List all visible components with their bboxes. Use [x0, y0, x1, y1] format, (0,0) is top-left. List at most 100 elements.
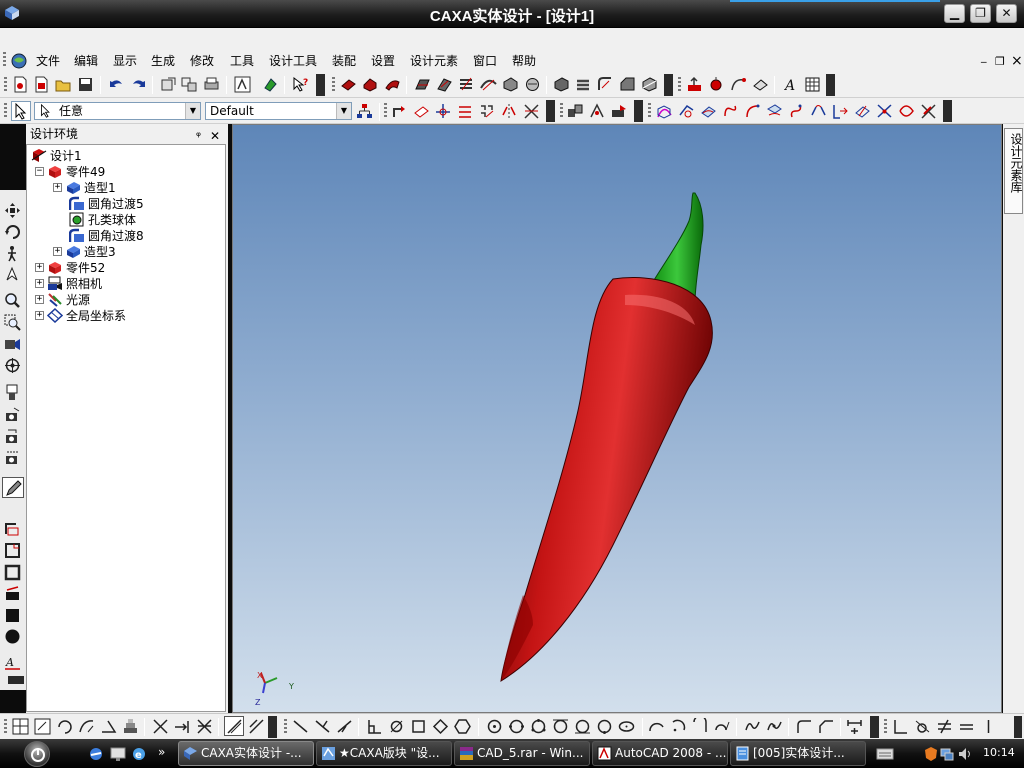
toolbar-grip[interactable] — [384, 103, 387, 119]
stack-parts-icon[interactable] — [575, 76, 592, 93]
sketch-plane-icon[interactable] — [413, 103, 430, 120]
library-tab[interactable]: 设计元素库 — [1004, 128, 1023, 214]
toolbar-end-handle[interactable] — [664, 74, 673, 96]
curve-blend-icon[interactable] — [898, 103, 915, 120]
trim-cross-icon[interactable] — [196, 718, 213, 735]
toolbar-grip[interactable] — [4, 103, 7, 119]
curve-bridge-icon[interactable] — [810, 103, 827, 120]
polyline-icon[interactable] — [314, 718, 331, 735]
task-caxa-forum[interactable]: ★CAXA版块 "设... — [316, 741, 452, 766]
panel-close-button[interactable]: ✕ — [210, 126, 220, 146]
toolbar-grip[interactable] — [4, 77, 7, 93]
diamond-icon[interactable] — [432, 718, 449, 735]
quicklaunch-ie-icon[interactable]: e — [131, 746, 147, 762]
undo-icon[interactable] — [108, 76, 125, 93]
spline-edit-icon[interactable] — [766, 718, 783, 735]
tree-node-shape1[interactable]: + 造型1 — [53, 179, 116, 195]
toolbar-grip[interactable] — [4, 719, 7, 735]
constraint-tangent-icon[interactable] — [914, 718, 931, 735]
security-tray-icon[interactable] — [924, 746, 938, 762]
arc-join-icon[interactable] — [714, 718, 731, 735]
expand-toggle[interactable]: + — [35, 294, 44, 304]
save-icon[interactable] — [77, 76, 94, 93]
sketch-offset-icon[interactable] — [457, 103, 474, 120]
expand-toggle[interactable]: + — [35, 278, 44, 288]
curve-project-icon[interactable] — [700, 103, 717, 120]
dimension-2d-icon[interactable] — [846, 718, 863, 735]
mdi-close-button[interactable]: × — [1011, 53, 1023, 69]
toolbar-end-handle[interactable] — [546, 100, 555, 122]
solid-block-icon[interactable] — [4, 607, 21, 624]
face-draft-icon[interactable] — [524, 76, 541, 93]
ellipse-icon[interactable] — [618, 718, 635, 735]
new-file-icon[interactable] — [12, 76, 29, 93]
zoom-icon[interactable] — [4, 292, 21, 309]
text-tool-icon[interactable]: A — [782, 76, 799, 93]
shell-icon[interactable] — [502, 76, 519, 93]
circle-2pt-icon[interactable] — [508, 718, 525, 735]
assembly-icon[interactable] — [567, 103, 584, 120]
menu-design-tools[interactable]: 设计工具 — [267, 52, 319, 70]
chevron-down-icon[interactable]: ▼ — [185, 103, 200, 119]
fillet-2d-icon[interactable] — [796, 718, 813, 735]
chevron-down-icon[interactable]: ▼ — [336, 103, 351, 119]
sketch-cut-icon[interactable] — [4, 585, 21, 602]
menu-generate[interactable]: 生成 — [149, 52, 177, 70]
sketch-frame-icon[interactable] — [4, 564, 21, 581]
tree-node-part52[interactable]: + 零件52 — [35, 259, 105, 275]
sketch-pattern-icon[interactable] — [479, 103, 496, 120]
arc-center-icon[interactable] — [670, 718, 687, 735]
ie-icon[interactable] — [88, 746, 104, 762]
select-pointer-button[interactable] — [11, 101, 31, 121]
line-icon[interactable] — [292, 718, 309, 735]
extrude-icon[interactable] — [340, 76, 357, 93]
extend-line-icon[interactable] — [174, 718, 191, 735]
smart-render-icon[interactable] — [262, 76, 279, 93]
sketch-box-icon[interactable] — [4, 542, 21, 559]
desktop-icon[interactable] — [110, 746, 126, 762]
box-solid-icon[interactable] — [553, 76, 570, 93]
collapse-toggle[interactable]: − — [35, 166, 44, 176]
curve-delete-icon[interactable] — [920, 103, 937, 120]
rotate-view-icon[interactable] — [4, 223, 21, 240]
toolbar-end-handle[interactable] — [1014, 716, 1022, 738]
task-solid-design-doc[interactable]: [005]实体设计... — [730, 741, 866, 766]
task-caxa[interactable]: CAXA实体设计 -... — [178, 741, 314, 766]
toolbar-end-handle[interactable] — [268, 716, 277, 738]
style-dropdown[interactable]: Default ▼ — [205, 102, 352, 120]
walk-view-icon[interactable] — [4, 245, 21, 262]
selection-filter-dropdown[interactable]: 任意 ▼ — [34, 102, 201, 120]
toolbar-end-handle[interactable] — [870, 716, 879, 738]
restore-button[interactable]: ❐ — [970, 4, 991, 23]
chamfer-icon[interactable] — [619, 76, 636, 93]
redo-icon[interactable] — [130, 76, 147, 93]
section-icon[interactable] — [641, 76, 658, 93]
camera-move-icon[interactable] — [4, 449, 21, 466]
positioning-icon[interactable] — [611, 103, 628, 120]
toolbar-grip[interactable] — [648, 103, 651, 119]
tree-node-fillet8[interactable]: 圆角过渡8 — [69, 227, 144, 243]
camera-orbit-icon[interactable] — [4, 406, 21, 423]
expand-toggle[interactable]: + — [53, 182, 62, 192]
constraint-parallel-icon[interactable] — [936, 718, 953, 735]
curve-draw-icon[interactable] — [730, 76, 747, 93]
sketch-mirror-icon[interactable] — [501, 103, 518, 120]
view-point-icon[interactable] — [4, 357, 21, 374]
disassemble-icon[interactable] — [589, 103, 606, 120]
curve-3d-icon[interactable] — [656, 103, 673, 120]
design-tree[interactable]: 设计1 − 零件49 + 造型1 圆角过渡5 孔类球体 圆角过渡8 + 造型3 … — [26, 144, 226, 712]
menu-design-elements[interactable]: 设计元素 — [408, 52, 460, 70]
zoom-window-icon[interactable] — [4, 314, 21, 331]
menu-file[interactable]: 文件 — [34, 52, 62, 70]
tree-node-global-coords[interactable]: + 全局坐标系 — [35, 307, 126, 323]
sketch-line-icon[interactable] — [391, 103, 408, 120]
tree-node-camera[interactable]: + 照相机 — [35, 275, 102, 291]
curve-spline-icon[interactable] — [722, 103, 739, 120]
circle-3pt-icon[interactable] — [530, 718, 547, 735]
tree-node-light[interactable]: + 光源 — [35, 291, 90, 307]
menu-grip[interactable] — [3, 52, 6, 68]
toolbar-grip[interactable] — [332, 77, 335, 93]
expand-toggle[interactable]: + — [53, 246, 62, 256]
viewport-canvas[interactable]: X Y Z — [233, 125, 1003, 714]
tree-node-part49[interactable]: − 零件49 — [35, 163, 105, 179]
